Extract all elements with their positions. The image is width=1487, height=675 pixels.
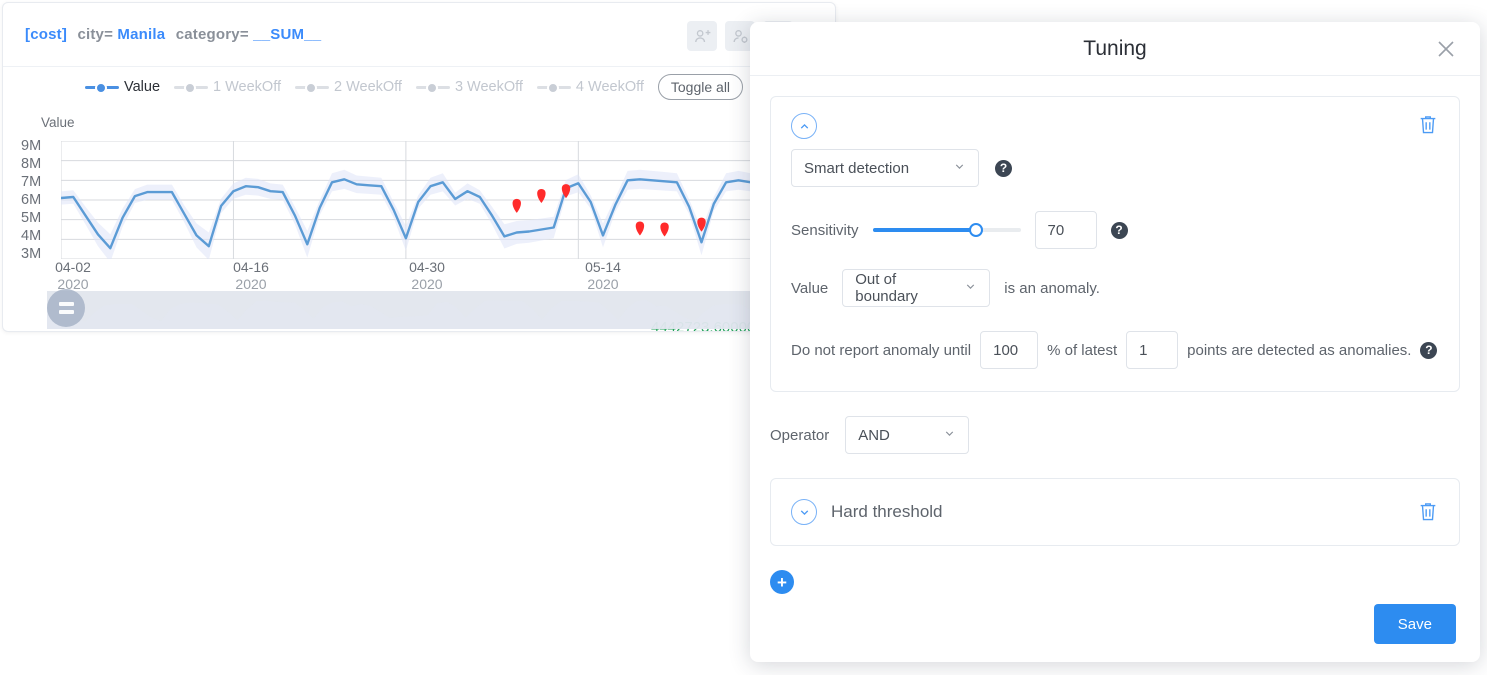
navigator-left-handle[interactable] (47, 289, 85, 327)
chevron-down-icon (953, 160, 966, 177)
trash-icon[interactable] (1417, 113, 1439, 137)
y-tick-label: 6M (21, 192, 42, 208)
detection-type-select[interactable]: Smart detection (791, 149, 979, 187)
operator-row: Operator AND (770, 416, 1460, 454)
y-tick-label: 5M (21, 210, 42, 226)
smart-detection-card: Smart detection ? Sensitivity 70 ? Value… (770, 96, 1460, 392)
boundary-select-value: Out of boundary (855, 271, 918, 305)
sensitivity-slider[interactable] (872, 220, 1021, 240)
chevron-up-icon[interactable] (791, 113, 817, 139)
chart-header: [cost] city= Manila category= __SUM__ (3, 3, 835, 67)
chart-card: [cost] city= Manila category= __SUM__ Va… (2, 2, 836, 332)
legend-label: 2 WeekOff (333, 79, 402, 95)
x-tick-label: 04-30 2020 (409, 259, 445, 292)
operator-label: Operator (770, 426, 830, 444)
chevron-down-icon (943, 427, 956, 444)
suppress-prefix-label: Do not report anomaly until (791, 341, 972, 359)
legend-label: 4 WeekOff (575, 79, 644, 95)
suppress-mid-label: % of latest (1047, 341, 1118, 359)
hard-threshold-title: Hard threshold (831, 502, 943, 521)
legend-label: Value (124, 79, 161, 95)
y-tick-label: 4M (21, 228, 42, 244)
hard-threshold-left: Hard threshold (791, 499, 943, 525)
y-tick-label: 7M (21, 174, 42, 190)
legend-item-value[interactable]: Value (85, 79, 160, 95)
legend-marker-icon (174, 80, 209, 94)
chevron-down-icon[interactable] (791, 499, 817, 525)
panel-title: Tuning (1083, 36, 1147, 60)
hard-threshold-card[interactable]: Hard threshold (770, 478, 1460, 546)
x-tick-label: 04-02 2020 (55, 259, 91, 292)
y-tick-label: 8M (21, 156, 42, 172)
x-tick-label: 04-16 2020 (233, 259, 269, 292)
save-button[interactable]: Save (1373, 604, 1456, 644)
operator-select[interactable]: AND (845, 416, 970, 454)
tuning-panel-header: Tuning (750, 22, 1480, 76)
detection-type-help-icon[interactable]: ? (995, 159, 1012, 177)
dimension-value-category: __SUM__ (253, 26, 322, 43)
app-root: [cost] city= Manila category= __SUM__ Va… (0, 0, 1487, 675)
legend-marker-icon (536, 80, 571, 94)
legend-item-1-weekoff[interactable]: 1 WeekOff (174, 79, 281, 95)
y-axis-title: Value (41, 115, 75, 130)
legend-label: 1 WeekOff (213, 79, 281, 95)
bracket-close: ] (61, 26, 68, 43)
tuning-panel-body: Smart detection ? Sensitivity 70 ? Value… (750, 76, 1480, 606)
y-tick-label: 9M (21, 138, 42, 154)
suppress-percent-input[interactable]: 100 (980, 331, 1039, 369)
legend-label: 3 WeekOff (454, 79, 523, 95)
toggle-all-button[interactable]: Toggle all (657, 74, 744, 100)
legend-marker-icon (415, 80, 450, 94)
dimension-value-city: Manila (117, 26, 166, 43)
tuning-panel: Tuning Smart detection ? Sensitivity 70 … (750, 22, 1480, 662)
add-person-icon[interactable] (687, 21, 717, 51)
dimension-key-city: city= (77, 26, 114, 43)
metric-expression: [cost] city= Manila category= __SUM__ (3, 26, 321, 43)
value-label: Value (791, 279, 829, 297)
sensitivity-label: Sensitivity (791, 221, 859, 239)
close-icon[interactable] (1434, 37, 1458, 61)
legend-marker-icon (294, 80, 329, 94)
operator-value: AND (858, 426, 890, 444)
legend-item-4-weekoff[interactable]: 4 WeekOff (536, 79, 644, 95)
detection-type-value: Smart detection (804, 159, 910, 177)
dimension-key-category: category= (175, 26, 249, 43)
chart-legend: Value 1 WeekOff 2 WeekOff 3 WeekOff 4 We… (3, 67, 835, 107)
sensitivity-help-icon[interactable]: ? (1110, 221, 1128, 239)
legend-item-2-weekoff[interactable]: 2 WeekOff (294, 79, 402, 95)
legend-item-3-weekoff[interactable]: 3 WeekOff (415, 79, 523, 95)
suppress-suffix-label: points are detected as anomalies. (1187, 341, 1412, 359)
boundary-suffix-label: is an anomaly. (1004, 279, 1100, 297)
chart-navigator[interactable] (47, 289, 835, 329)
y-axis-ticks: 9M 8M 7M 6M 5M 4M 3M (21, 137, 61, 263)
boundary-select[interactable]: Out of boundary (842, 269, 991, 307)
smart-detection-card-top (791, 113, 1439, 139)
legend-marker-icon (85, 80, 119, 94)
navigator-svg (47, 291, 835, 329)
suppress-help-icon[interactable]: ? (1420, 341, 1438, 359)
suppress-points-input[interactable]: 1 (1126, 331, 1179, 369)
x-tick-label: 05-14 2020 (585, 259, 621, 292)
chevron-down-icon (964, 280, 977, 297)
metric-name: cost (30, 26, 62, 43)
chart-svg (61, 141, 835, 259)
tuning-panel-footer: Save (750, 586, 1480, 662)
sensitivity-input[interactable]: 70 (1034, 211, 1097, 249)
trash-icon[interactable] (1417, 500, 1439, 524)
